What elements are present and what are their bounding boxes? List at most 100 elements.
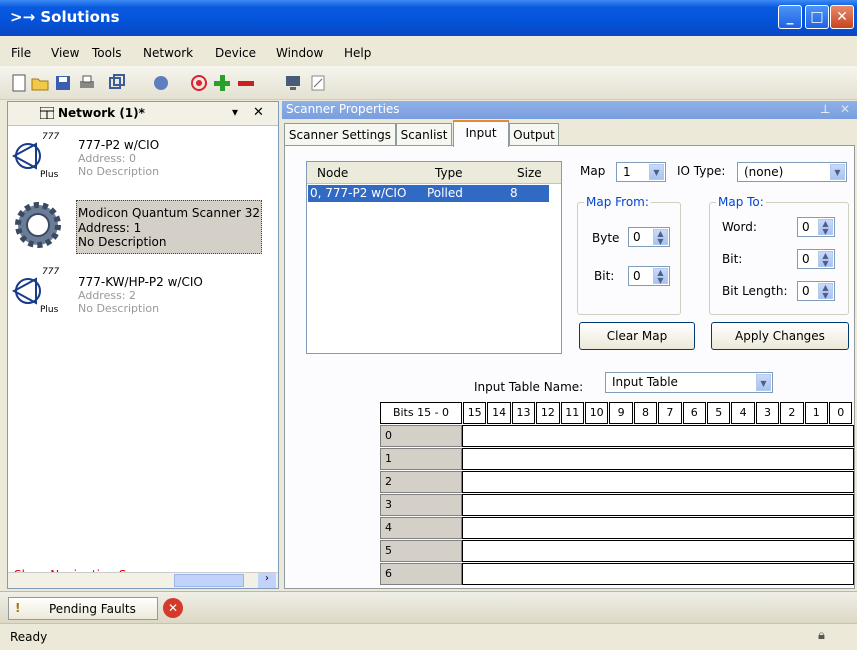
edit-icon[interactable] [309, 74, 327, 92]
bit-column-header: 7 [658, 402, 682, 424]
tab-input[interactable]: Input [453, 120, 509, 147]
menu-help[interactable]: Help [344, 46, 371, 60]
input-table-grid[interactable]: Bits 15 - 0 15 14 13 12 11 10 9 8 7 6 5 4 3 2 1 0 01234… [380, 402, 856, 590]
pane-close-icon[interactable]: ✕ [840, 102, 850, 116]
online-icon[interactable] [190, 74, 208, 92]
spin-arrows-icon[interactable]: ▲ ▼ [653, 268, 668, 285]
node-name: 777-KW/HP-P2 w/CIO [78, 275, 203, 289]
open-folder-icon[interactable] [31, 74, 49, 92]
node-list[interactable]: Node Type Size 0, 777-P2 w/CIO Polled 8 [306, 161, 562, 354]
spin-arrows-icon[interactable]: ▲ ▼ [818, 251, 833, 268]
pane-close-icon[interactable]: ✕ [253, 105, 264, 120]
input-tab-content: Node Type Size 0, 777-P2 w/CIO Polled 8 … [284, 145, 855, 589]
column-size[interactable]: Size [517, 166, 542, 180]
list-item[interactable]: 0, 777-P2 w/CIO Polled 8 [308, 185, 549, 202]
node-name: 777-P2 w/CIO [78, 138, 160, 152]
spin-arrows-icon[interactable]: ▲ ▼ [818, 283, 833, 300]
spin-arrows-icon[interactable]: ▲ ▼ [818, 219, 833, 236]
menu-tools[interactable]: Tools [92, 46, 122, 60]
menu-network[interactable]: Network [143, 46, 193, 60]
apply-changes-button[interactable]: Apply Changes [711, 322, 849, 350]
pending-faults-tab[interactable]: ! Pending Faults [8, 597, 158, 620]
error-close-icon[interactable]: ✕ [163, 598, 183, 618]
menu-window[interactable]: Window [276, 46, 323, 60]
window-layout-icon[interactable] [108, 74, 126, 92]
scanner-properties-title: Scanner Properties ⊥ ✕ [282, 101, 857, 119]
to-bit-stepper[interactable]: 0 ▲ ▼ [797, 249, 835, 269]
add-icon[interactable] [213, 74, 231, 92]
clear-map-button[interactable]: Clear Map [579, 322, 695, 350]
pin-icon[interactable]: ⊥ [820, 102, 830, 116]
table-row[interactable] [462, 563, 854, 585]
save-icon[interactable] [54, 74, 72, 92]
maximize-button[interactable]: □ [805, 5, 829, 29]
bit-column-header: 13 [511, 402, 536, 424]
menu-view[interactable]: View [51, 46, 79, 60]
column-type[interactable]: Type [435, 166, 463, 180]
node-description: No Description [78, 165, 160, 178]
table-row[interactable] [462, 471, 854, 493]
title-bar: >→ Solutions _ □ ✕ [0, 0, 857, 36]
bit-column-header: 2 [780, 402, 804, 424]
tab-scanlist[interactable]: Scanlist [396, 123, 452, 146]
node-description: No Description [78, 235, 167, 249]
minimize-button[interactable]: _ [778, 5, 802, 29]
input-table-name-label: Input Table Name: [474, 380, 584, 394]
table-row[interactable] [462, 540, 854, 562]
network-node-2[interactable]: 777 Plus 777-KW/HP-P2 w/CIO Address: 2 N… [10, 267, 276, 317]
scroll-right-icon[interactable]: › [258, 573, 276, 588]
map-to-group: Map To: Word: 0 ▲ ▼ Bit: 0 ▲ ▼ Bit Length:… [709, 195, 849, 315]
bit-column-header: 1 [804, 402, 828, 424]
tab-scanner-settings[interactable]: Scanner Settings [284, 123, 396, 146]
map-to-label: Map To: [716, 195, 766, 209]
device-777-icon: 777 Plus [10, 132, 60, 182]
column-node[interactable]: Node [317, 166, 348, 180]
input-table-name-select[interactable]: Input Table ▼ [605, 372, 773, 393]
bit-length-label: Bit Length: [722, 284, 788, 298]
word-stepper[interactable]: 0 ▲ ▼ [797, 217, 835, 237]
table-row[interactable] [462, 494, 854, 516]
network-tab-title[interactable]: Network (1)* [58, 106, 145, 120]
row-header: 3 [380, 494, 462, 516]
menu-bar: File View Tools Network Device Window He… [0, 36, 857, 66]
menu-file[interactable]: File [11, 46, 31, 60]
horizontal-scrollbar[interactable]: › [8, 572, 278, 588]
toolbar [0, 66, 857, 100]
scrollbar-thumb[interactable] [174, 574, 244, 587]
status-text: Ready [10, 630, 48, 644]
bit-column-header: 8 [633, 402, 658, 424]
bit-stepper[interactable]: 0 ▲ ▼ [628, 266, 670, 286]
print-icon[interactable] [78, 74, 96, 92]
new-file-icon[interactable] [10, 74, 28, 92]
chevron-down-icon[interactable]: ▼ [649, 164, 664, 180]
byte-stepper[interactable]: 0 ▲ ▼ [628, 227, 670, 247]
grid-rows: 0123456 [380, 425, 856, 590]
bit-column-header: 9 [609, 402, 633, 424]
row-header: 2 [380, 471, 462, 493]
monitor-icon[interactable] [284, 74, 302, 92]
pane-dropdown-icon[interactable]: ▾ [232, 105, 238, 119]
chevron-down-icon[interactable]: ▼ [756, 374, 771, 391]
node-description: No Description [78, 302, 160, 315]
chevron-down-icon[interactable]: ▼ [830, 164, 845, 180]
spin-arrows-icon[interactable]: ▲ ▼ [653, 229, 668, 246]
network-node-1[interactable]: Modicon Quantum Scanner 32 Address: 1 No… [10, 197, 276, 257]
row-header: 5 [380, 540, 462, 562]
table-row[interactable] [462, 448, 854, 470]
tab-output[interactable]: Output [509, 123, 559, 146]
bit-column-headers: 15 14 13 12 11 10 9 8 7 6 5 4 3 2 1 0 [463, 402, 854, 424]
network-browse-icon[interactable] [152, 74, 170, 92]
network-node-0[interactable]: 777 Plus 777-P2 w/CIO Address: 0 No Desc… [10, 132, 276, 182]
status-bar: Ready 🔒︎ [0, 623, 857, 650]
map-select[interactable]: 1 ▼ [616, 162, 666, 182]
io-type-select[interactable]: (none) ▼ [737, 162, 847, 182]
to-bit-label: Bit: [722, 252, 743, 266]
remove-icon[interactable] [237, 74, 255, 92]
close-button[interactable]: ✕ [830, 5, 854, 29]
row-header: 6 [380, 563, 462, 585]
table-row[interactable] [462, 425, 854, 447]
table-row[interactable] [462, 517, 854, 539]
bit-length-stepper[interactable]: 0 ▲ ▼ [797, 281, 835, 301]
bit-column-header: 0 [829, 402, 853, 424]
menu-device[interactable]: Device [215, 46, 256, 60]
